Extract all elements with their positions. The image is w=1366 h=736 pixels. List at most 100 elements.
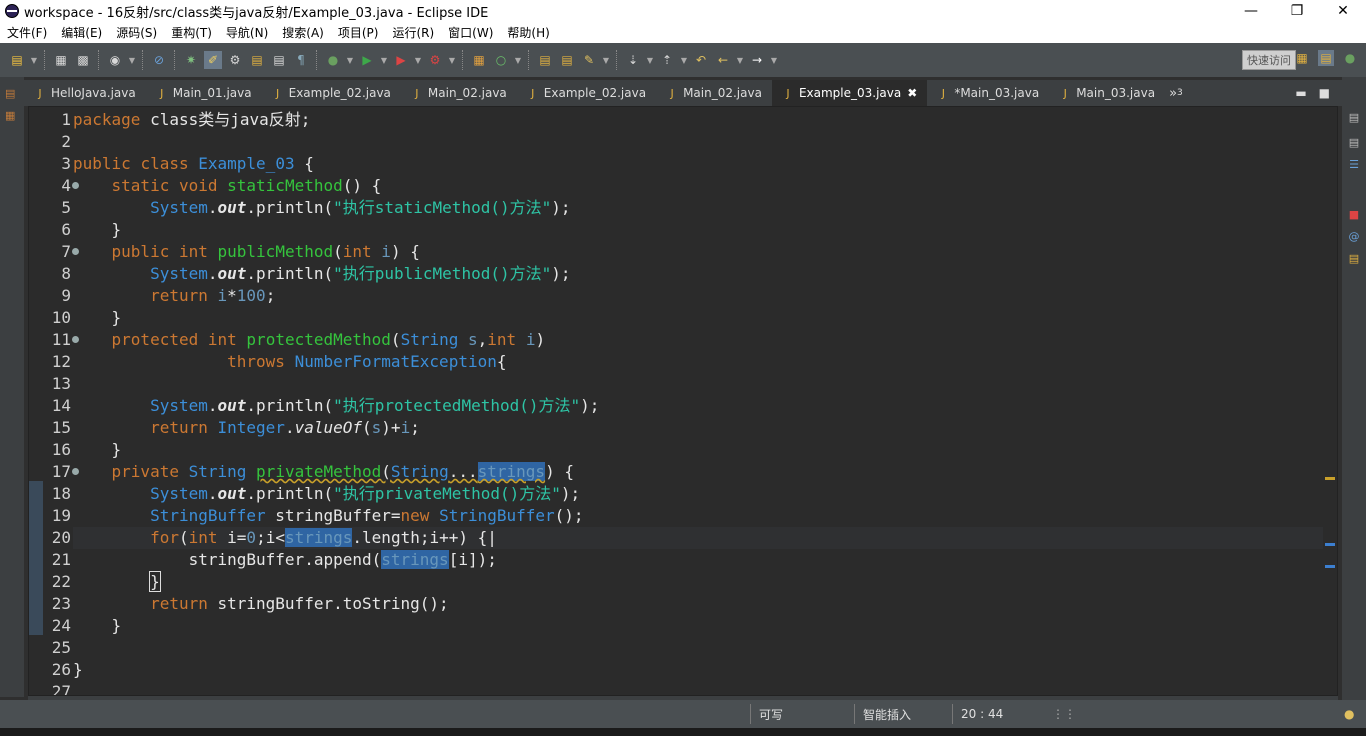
run-icon[interactable]: ▶ (358, 51, 376, 69)
restore-button[interactable]: ❐ (1274, 0, 1320, 22)
maximize-view-icon[interactable]: ■ (1319, 86, 1330, 100)
tab-main-03[interactable]: J Main_03.java (1049, 80, 1165, 106)
taskbar-edge (0, 728, 1366, 736)
quick-access-field[interactable]: 快速访问 (1242, 50, 1296, 70)
tab-label: *Main_03.java (954, 86, 1040, 100)
line-number: 6 (61, 220, 71, 239)
tab-main-01[interactable]: J Main_01.java (146, 80, 262, 106)
menu-navigate[interactable]: 导航(N) (219, 24, 275, 41)
tab-main-03-dirty[interactable]: J *Main_03.java (927, 80, 1049, 106)
forward-icon[interactable]: → (748, 51, 766, 69)
new-class-icon[interactable]: ○ (492, 51, 510, 69)
outline-restore-icon[interactable]: ▤ (1347, 135, 1361, 149)
previous-annotation-icon[interactable]: ⇡ (658, 51, 676, 69)
coverage-icon[interactable]: ▶ (392, 51, 410, 69)
open-type-icon[interactable]: ✷ (182, 51, 200, 69)
code-line: return i*100; (150, 286, 276, 305)
occurrence-marker[interactable] (1325, 543, 1335, 546)
coverage-dropdown-icon[interactable]: ▼ (414, 51, 422, 69)
last-edit-location-icon[interactable]: ↶ (692, 51, 710, 69)
menu-source[interactable]: 源码(S) (109, 24, 164, 41)
open-perspective-icon[interactable]: ▦ (1294, 50, 1310, 66)
external-tools-icon[interactable]: ⚙ (426, 51, 444, 69)
open-folder-icon[interactable]: ▤ (536, 51, 554, 69)
java-file-icon: J (786, 86, 790, 100)
code-line: stringBuffer.append(strings[i]); (73, 550, 497, 569)
external-tools-dropdown-icon[interactable]: ▼ (448, 51, 456, 69)
menu-run[interactable]: 运行(R) (385, 24, 441, 41)
next-annotation-dropdown-icon[interactable]: ▼ (646, 51, 654, 69)
skip-breakpoints-icon[interactable]: ⊘ (150, 51, 168, 69)
debug-icon[interactable]: ● (324, 51, 342, 69)
tab-hellojava[interactable]: J HelloJava.java (24, 80, 146, 106)
previous-annotation-dropdown-icon[interactable]: ▼ (680, 51, 688, 69)
menu-edit[interactable]: 编辑(E) (54, 24, 109, 41)
tab-example-02[interactable]: J Example_02.java (262, 80, 401, 106)
toolbar-separator (174, 50, 176, 70)
menu-help[interactable]: 帮助(H) (500, 24, 556, 41)
dropdown-icon[interactable]: ▼ (128, 51, 136, 69)
code-editor[interactable]: 1 2 3 4 5 6 7 8 9 10 11 12 13 14 15 16 17 18 19 20 21 22 23 24 2… (28, 106, 1338, 696)
menu-refactor[interactable]: 重构(T) (164, 24, 219, 41)
warning-marker[interactable] (1325, 477, 1335, 480)
menu-window[interactable]: 窗口(W) (441, 24, 500, 41)
toggle-breadcrumb-icon[interactable]: ⚙ (226, 51, 244, 69)
block-selection-icon[interactable]: ▤ (248, 51, 266, 69)
debug-perspective-icon[interactable]: ◉ (106, 51, 124, 69)
close-button[interactable]: ✕ (1320, 0, 1366, 22)
declaration-icon[interactable]: ▤ (1347, 251, 1361, 265)
run-dropdown-icon[interactable]: ▼ (380, 51, 388, 69)
debug-dropdown-icon[interactable]: ▼ (346, 51, 354, 69)
back-icon[interactable]: ← (714, 51, 732, 69)
tab-label: Example_02.java (543, 86, 647, 100)
next-annotation-icon[interactable]: ⇣ (624, 51, 642, 69)
more-tabs-count: 3 (1177, 88, 1183, 98)
more-tabs-button[interactable]: » 3 (1169, 80, 1183, 106)
new-icon[interactable]: ▤ (8, 51, 26, 69)
window-title: workspace - 16反射/src/class类与java反射/Examp… (24, 5, 489, 21)
debug-perspective-switch-icon[interactable]: ● (1342, 50, 1358, 66)
tab-main-02[interactable]: J Main_02.java (401, 80, 517, 106)
tip-icon[interactable]: ● (1336, 704, 1354, 724)
overview-ruler[interactable] (1323, 107, 1337, 695)
code-line: System.out.println("执行publicMethod()方法")… (150, 264, 571, 283)
vertical-ruler (29, 107, 43, 695)
show-whitespace-icon[interactable]: ¶ (292, 51, 310, 69)
save-all-icon[interactable]: ▩ (74, 51, 92, 69)
java-perspective-icon[interactable]: ▤ (1318, 50, 1334, 66)
javadoc-icon[interactable]: @ (1347, 229, 1361, 243)
close-tab-icon[interactable]: ✖ (907, 86, 917, 100)
toggle-mark-occurrences-icon[interactable]: ✐ (204, 51, 222, 69)
tab-example-03[interactable]: J Example_03.java ✖ (771, 80, 928, 106)
tab-label: Example_03.java (798, 86, 902, 100)
tab-main-02-b[interactable]: J Main_02.java (656, 80, 772, 106)
forward-dropdown-icon[interactable]: ▼ (770, 51, 778, 69)
tab-example-02-b[interactable]: J Example_02.java (517, 80, 656, 106)
minimize-button[interactable]: — (1228, 0, 1274, 22)
restore-view-icon[interactable]: ▤ (5, 87, 19, 101)
back-dropdown-icon[interactable]: ▼ (736, 51, 744, 69)
problems-icon[interactable]: ■ (1347, 207, 1361, 221)
minimize-view-icon[interactable]: ▬ (1295, 86, 1306, 100)
package-explorer-icon[interactable]: ▦ (5, 109, 19, 123)
new-java-project-icon[interactable]: ▦ (470, 51, 488, 69)
menu-project[interactable]: 项目(P) (331, 24, 386, 41)
save-icon[interactable]: ▦ (52, 51, 70, 69)
writable-status: 可写 (750, 704, 850, 724)
line-number: 22 (51, 572, 71, 591)
outline-icon[interactable]: ☰ (1347, 157, 1361, 171)
line-number: 25 (51, 638, 71, 657)
menu-search[interactable]: 搜索(A) (275, 24, 331, 41)
occurrence-marker[interactable] (1325, 565, 1335, 568)
new-dropdown-icon[interactable]: ▼ (30, 51, 38, 69)
task-list-icon[interactable]: ▤ (1347, 110, 1361, 124)
new-class-dropdown-icon[interactable]: ▼ (514, 51, 522, 69)
toolbar-separator (98, 50, 100, 70)
open-task-icon[interactable]: ▤ (558, 51, 576, 69)
pen-dropdown-icon[interactable]: ▼ (602, 51, 610, 69)
pen-icon[interactable]: ✎ (580, 51, 598, 69)
word-wrap-icon[interactable]: ▤ (270, 51, 288, 69)
menu-file[interactable]: 文件(F) (0, 24, 54, 41)
